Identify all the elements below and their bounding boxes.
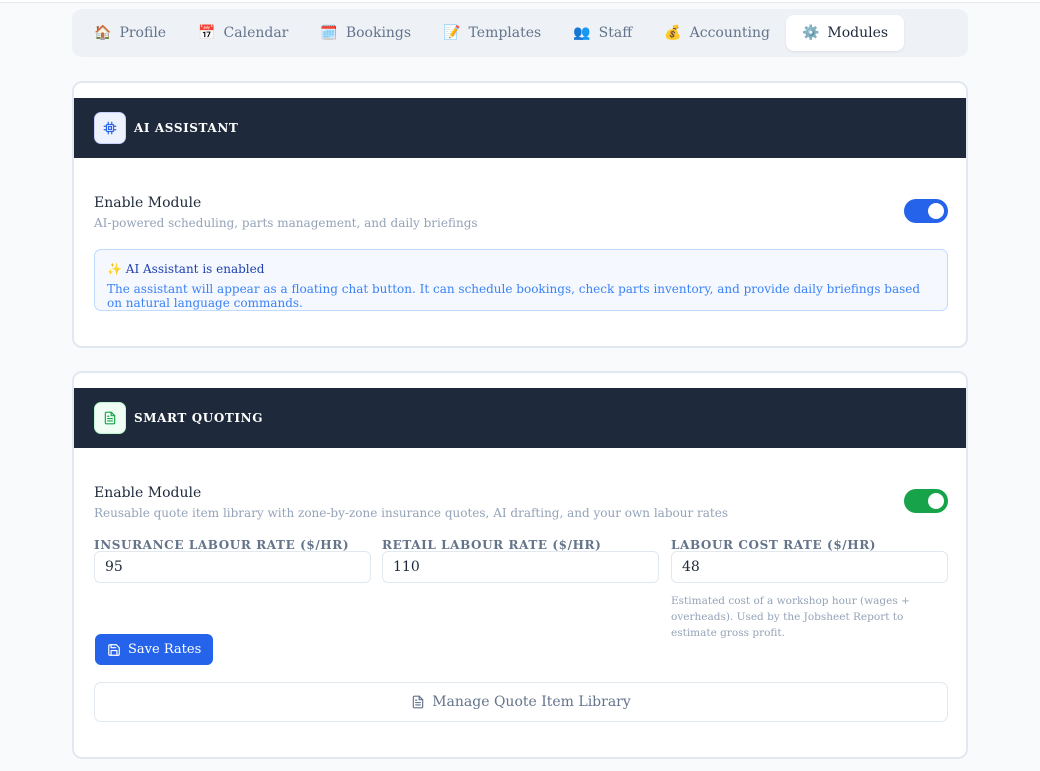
tab-staff[interactable]: 👥 Staff (557, 15, 648, 51)
tab-accounting[interactable]: 💰 Accounting (648, 15, 786, 51)
tab-label: Profile (119, 25, 167, 41)
manage-quote-library-label: Manage Quote Item Library (432, 694, 631, 710)
tab-modules[interactable]: ⚙️ Modules (785, 15, 905, 51)
tab-label: Templates (468, 25, 542, 41)
tab-bookings[interactable]: 🗓️ Bookings (304, 15, 427, 51)
smart-quoting-card: SMART QUOTING Enable Module Reusable quo… (72, 371, 968, 759)
money-bag-icon: 💰 (664, 25, 682, 41)
memo-icon: 📝 (443, 25, 461, 41)
ai-assistant-title: AI ASSISTANT (134, 121, 239, 135)
smart-quoting-toggle[interactable] (904, 489, 948, 513)
sparkles-icon: ✨ (107, 262, 122, 276)
tab-label: Modules (827, 25, 889, 41)
floppy-disk-icon (108, 643, 120, 656)
save-rates-label: Save Rates (128, 642, 202, 657)
labour-cost-rate-input[interactable] (671, 551, 948, 583)
ai-assistant-header: AI ASSISTANT (74, 98, 966, 158)
enable-module-title: Enable Module (94, 195, 202, 211)
save-rates-button[interactable]: Save Rates (95, 634, 214, 665)
top-border (0, 0, 1040, 3)
document-icon (412, 695, 424, 709)
retail-rate-input[interactable] (382, 551, 659, 583)
ai-enabled-notice: ✨ AI Assistant is enabled The assistant … (94, 249, 948, 311)
labour-cost-help-text: Estimated cost of a workshop hour (wages… (671, 595, 910, 639)
insurance-rate-label: INSURANCE LABOUR RATE ($/HR) (94, 538, 350, 552)
tab-label: Bookings (345, 25, 412, 41)
ai-enable-row: Enable Module AI-powered scheduling, par… (94, 195, 948, 230)
retail-rate-field: RETAIL LABOUR RATE ($/HR) (382, 538, 659, 583)
tab-label: Accounting (689, 25, 770, 41)
ai-assistant-card: AI ASSISTANT Enable Module AI-powered sc… (72, 81, 968, 348)
tab-calendar[interactable]: 📅 Calendar (182, 15, 304, 51)
document-icon (94, 402, 126, 434)
spiral-calendar-icon: 🗓️ (320, 25, 338, 41)
enable-module-title: Enable Module (94, 485, 202, 501)
tab-templates[interactable]: 📝 Templates (427, 15, 557, 51)
enable-module-description: AI-powered scheduling, parts management,… (94, 216, 478, 230)
toggle-knob (928, 493, 944, 509)
tab-label: Staff (598, 25, 633, 41)
quoting-enable-row: Enable Module Reusable quote item librar… (94, 485, 948, 520)
tab-label: Calendar (223, 25, 289, 41)
notice-title-text: AI Assistant is enabled (125, 262, 265, 276)
toggle-knob (928, 203, 944, 219)
settings-tabs: 🏠 Profile 📅 Calendar 🗓️ Bookings 📝 Templates… (72, 9, 968, 57)
people-icon: 👥 (573, 25, 591, 41)
insurance-rate-field: INSURANCE LABOUR RATE ($/HR) (94, 538, 371, 583)
smart-quoting-header: SMART QUOTING (74, 388, 966, 448)
gear-icon: ⚙️ (801, 25, 820, 41)
manage-quote-library-button[interactable]: Manage Quote Item Library (94, 682, 948, 722)
labour-cost-rate-label: LABOUR COST RATE ($/HR) (671, 538, 877, 552)
house-icon: 🏠 (94, 25, 112, 41)
ai-assistant-toggle[interactable] (904, 199, 948, 223)
enable-module-description: Reusable quote item library with zone-by… (94, 506, 728, 520)
notice-title: ✨ AI Assistant is enabled (107, 262, 935, 276)
notice-text: The assistant will appear as a floating … (107, 282, 921, 310)
cpu-chip-icon (94, 112, 126, 144)
insurance-rate-input[interactable] (94, 551, 371, 583)
calendar-icon: 📅 (198, 25, 216, 41)
retail-rate-label: RETAIL LABOUR RATE ($/HR) (382, 538, 602, 552)
tab-profile[interactable]: 🏠 Profile (78, 15, 182, 51)
smart-quoting-title: SMART QUOTING (134, 411, 264, 425)
labour-cost-rate-field: LABOUR COST RATE ($/HR) Estimated cost o… (671, 538, 948, 641)
